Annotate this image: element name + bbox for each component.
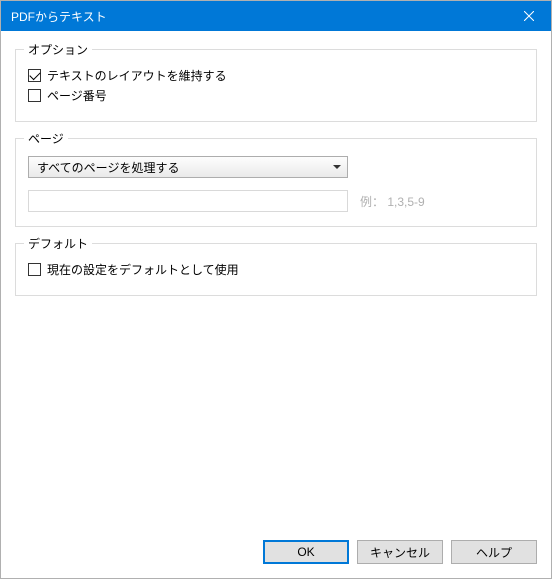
cancel-button-label: キャンセル (370, 544, 430, 561)
titlebar: PDFからテキスト (1, 1, 551, 31)
input-page-range[interactable] (28, 190, 348, 212)
label-retain-layout: テキストのレイアウトを維持する (47, 67, 227, 84)
window-title: PDFからテキスト (11, 8, 107, 25)
ok-button-label: OK (297, 545, 314, 559)
ok-button[interactable]: OK (263, 540, 349, 564)
example-label: 例： 1,3,5-9 (360, 193, 425, 210)
help-button[interactable]: ヘルプ (451, 540, 537, 564)
group-options-legend: オプション (24, 41, 92, 58)
dialog-content: オプション テキストのレイアウトを維持する ページ番号 ページ すべてのページを… (1, 31, 551, 578)
checkbox-retain-layout[interactable] (28, 69, 41, 82)
checkbox-use-default[interactable] (28, 263, 41, 276)
group-defaults-legend: デフォルト (24, 235, 92, 252)
button-row: OK キャンセル ヘルプ (15, 530, 537, 564)
select-page-mode-value: すべてのページを処理する (37, 159, 179, 176)
group-pages: ページ すべてのページを処理する 例： 1,3,5-9 (15, 138, 537, 227)
cancel-button[interactable]: キャンセル (357, 540, 443, 564)
row-page-numbers: ページ番号 (28, 87, 524, 104)
row-page-range: 例： 1,3,5-9 (28, 190, 524, 212)
group-options: オプション テキストのレイアウトを維持する ページ番号 (15, 49, 537, 122)
chevron-down-icon (333, 165, 341, 169)
help-button-label: ヘルプ (476, 544, 512, 561)
close-icon (524, 11, 534, 21)
select-page-mode[interactable]: すべてのページを処理する (28, 156, 348, 178)
label-use-default: 現在の設定をデフォルトとして使用 (47, 261, 239, 278)
close-button[interactable] (506, 1, 551, 31)
spacer (15, 306, 537, 530)
group-defaults: デフォルト 現在の設定をデフォルトとして使用 (15, 243, 537, 296)
label-page-numbers: ページ番号 (47, 87, 107, 104)
dialog-window: PDFからテキスト オプション テキストのレイアウトを維持する ページ番号 ペー… (0, 0, 552, 579)
group-pages-legend: ページ (24, 130, 68, 147)
checkbox-page-numbers[interactable] (28, 89, 41, 102)
row-use-default: 現在の設定をデフォルトとして使用 (28, 261, 524, 278)
row-page-select: すべてのページを処理する (28, 156, 524, 178)
row-retain-layout: テキストのレイアウトを維持する (28, 67, 524, 84)
